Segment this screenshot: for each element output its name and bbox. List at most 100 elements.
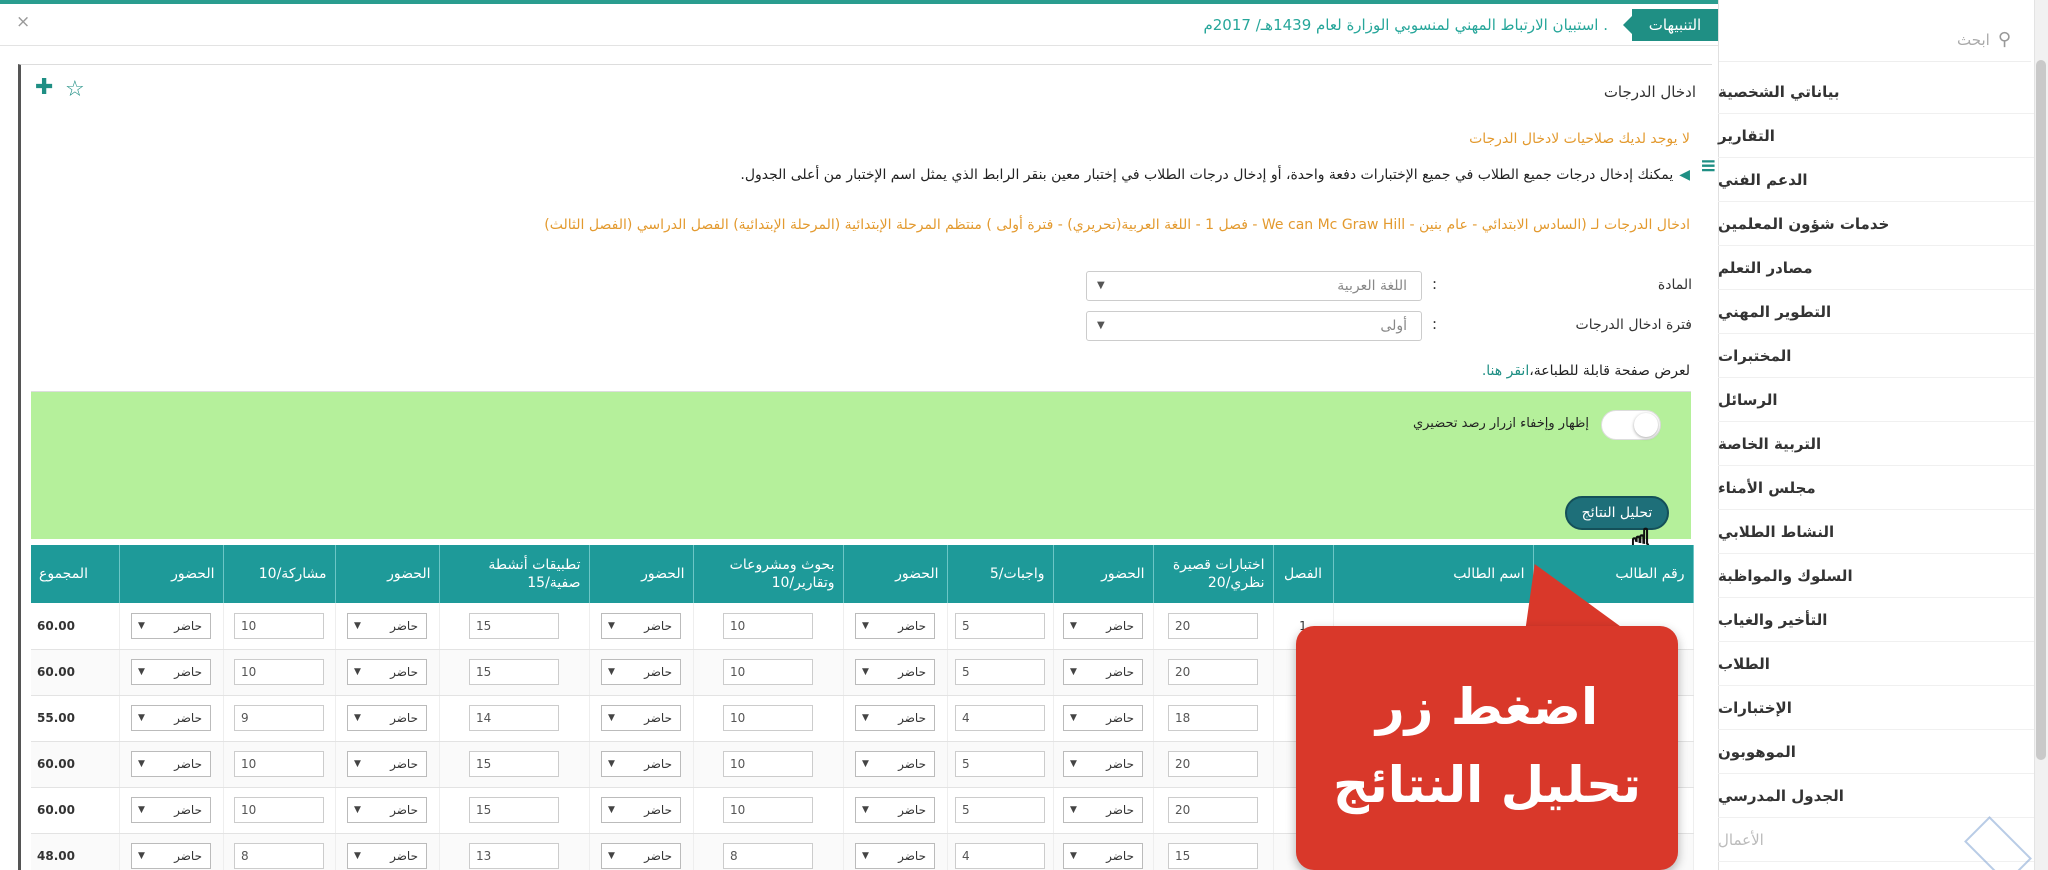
- grade-input[interactable]: 15: [469, 659, 559, 685]
- sidebar-item[interactable]: الرسائل: [1718, 378, 2034, 422]
- column-header[interactable]: اختبارات قصيرة نظري/20: [1153, 545, 1274, 603]
- period-select[interactable]: أولى ▼: [1086, 311, 1422, 341]
- grade-input[interactable]: 5: [955, 612, 1045, 639]
- subject-select[interactable]: اللغة العربية ▼: [1086, 271, 1422, 301]
- grade-input[interactable]: 20: [1168, 797, 1258, 823]
- grade-input[interactable]: 10: [723, 612, 813, 639]
- grade-input[interactable]: 15: [1168, 843, 1258, 869]
- sidebar-item[interactable]: الجدول المدرسي: [1718, 774, 2034, 818]
- column-header[interactable]: الفصل: [1273, 545, 1334, 603]
- attendance-select[interactable]: حاضر: [601, 843, 681, 869]
- grade-input[interactable]: 10: [723, 705, 813, 731]
- analyze-results-button[interactable]: تحليل النتائج: [1565, 496, 1669, 530]
- attendance-select[interactable]: حاضر: [601, 751, 681, 777]
- sidebar-item[interactable]: النشاط الطلابي: [1718, 510, 2034, 554]
- attendance-select[interactable]: حاضر: [131, 843, 211, 869]
- star-icon[interactable]: ☆: [65, 77, 85, 102]
- attendance-select[interactable]: حاضر: [601, 659, 681, 685]
- sidebar-item[interactable]: الإختبارات: [1718, 686, 2034, 730]
- sidebar-item[interactable]: المختبرات: [1718, 334, 2034, 378]
- attendance-select[interactable]: حاضر: [131, 705, 211, 731]
- attendance-select[interactable]: حاضر: [347, 659, 427, 685]
- grade-input[interactable]: 10: [234, 659, 324, 685]
- grade-input[interactable]: 4: [955, 705, 1045, 731]
- alerts-badge[interactable]: التنبيهات: [1623, 9, 1718, 41]
- print-line: لعرض صفحة قابلة للطباعة،انقر هنا.: [1482, 363, 1690, 379]
- grade-input[interactable]: 10: [234, 751, 324, 777]
- sidebar-item[interactable]: الطلاب: [1718, 642, 2034, 686]
- add-bookmark-icon[interactable]: ✚: [35, 75, 53, 100]
- attendance-select[interactable]: حاضر: [131, 659, 211, 685]
- sidebar-item[interactable]: بياناتي الشخصية: [1718, 70, 2034, 114]
- grade-input[interactable]: 5: [955, 659, 1045, 685]
- grade-input[interactable]: 20: [1168, 612, 1258, 639]
- attendance-select[interactable]: حاضر: [855, 612, 935, 639]
- grade-input[interactable]: 15: [469, 797, 559, 823]
- grade-input[interactable]: 5: [955, 797, 1045, 823]
- attendance-select[interactable]: حاضر: [855, 705, 935, 731]
- attendance-select[interactable]: حاضر: [855, 797, 935, 823]
- attendance-select[interactable]: حاضر: [601, 612, 681, 639]
- grade-input[interactable]: 9: [234, 705, 324, 731]
- print-link[interactable]: انقر هنا.: [1482, 363, 1529, 379]
- grade-input[interactable]: 20: [1168, 659, 1258, 685]
- attendance-select[interactable]: حاضر: [1063, 659, 1143, 685]
- grade-input[interactable]: 10: [234, 612, 324, 639]
- grade-input[interactable]: 14: [469, 705, 559, 731]
- attendance-select[interactable]: حاضر: [347, 797, 427, 823]
- close-icon[interactable]: ×: [16, 12, 30, 32]
- grade-input[interactable]: 4: [955, 843, 1045, 869]
- column-header[interactable]: مشاركة/10: [223, 545, 336, 603]
- sidebar-item[interactable]: التربية الخاصة: [1718, 422, 2034, 466]
- grade-input[interactable]: 18: [1168, 705, 1258, 731]
- attendance-select[interactable]: حاضر: [855, 843, 935, 869]
- grade-input[interactable]: 10: [723, 659, 813, 685]
- sidebar-scrollbar[interactable]: [2034, 0, 2048, 870]
- sidebar-item[interactable]: التطوير المهني: [1718, 290, 2034, 334]
- attendance-select[interactable]: حاضر: [131, 612, 211, 639]
- attendance-select[interactable]: حاضر: [1063, 705, 1143, 731]
- sidebar-item[interactable]: مصادر التعلم: [1718, 246, 2034, 290]
- attendance-select[interactable]: حاضر: [855, 751, 935, 777]
- attendance-select[interactable]: حاضر: [855, 659, 935, 685]
- attendance-select[interactable]: حاضر: [601, 797, 681, 823]
- attendance-select[interactable]: حاضر: [347, 612, 427, 639]
- attendance-select[interactable]: حاضر: [347, 843, 427, 869]
- menu-toggle-icon[interactable]: ≡: [1700, 153, 1718, 179]
- search-input[interactable]: ابحث ⚲: [1719, 18, 2031, 62]
- grade-input[interactable]: 13: [469, 843, 559, 869]
- grade-input[interactable]: 5: [955, 751, 1045, 777]
- grade-input[interactable]: 15: [469, 751, 559, 777]
- grade-input[interactable]: 8: [723, 843, 813, 869]
- sidebar-item[interactable]: الدعم الفني: [1718, 158, 2034, 202]
- attendance-select[interactable]: حاضر: [131, 797, 211, 823]
- sidebar-item[interactable]: التقارير: [1718, 114, 2034, 158]
- grade-input[interactable]: 10: [723, 751, 813, 777]
- attendance-select[interactable]: حاضر: [1063, 751, 1143, 777]
- column-header[interactable]: بحوث ومشروعات وتقارير/10: [693, 545, 844, 603]
- attendance-select[interactable]: حاضر: [601, 705, 681, 731]
- attendance-select[interactable]: حاضر: [347, 705, 427, 731]
- attendance-select[interactable]: حاضر: [131, 751, 211, 777]
- toggle-knob[interactable]: [1634, 413, 1658, 437]
- grade-input[interactable]: 15: [469, 612, 559, 639]
- grade-input[interactable]: 10: [723, 797, 813, 823]
- alert-message[interactable]: . استبيان الارتباط المهني لمنسوبي الوزار…: [1203, 16, 1608, 34]
- sidebar-item[interactable]: مجلس الأمناء: [1718, 466, 2034, 510]
- column-header[interactable]: واجبات/5: [947, 545, 1054, 603]
- sidebar-item[interactable]: الموهوبون: [1718, 730, 2034, 774]
- toggle-switch[interactable]: [1601, 410, 1661, 440]
- attendance-select[interactable]: حاضر: [347, 751, 427, 777]
- sidebar-item[interactable]: السلوك والمواظبة: [1718, 554, 2034, 598]
- attendance-select[interactable]: حاضر: [1063, 612, 1143, 639]
- grade-cell: 20: [1153, 649, 1274, 696]
- attendance-select[interactable]: حاضر: [1063, 843, 1143, 869]
- grade-input[interactable]: 8: [234, 843, 324, 869]
- scrollbar-thumb[interactable]: [2036, 60, 2046, 760]
- grade-input[interactable]: 20: [1168, 751, 1258, 777]
- sidebar-item[interactable]: التأخير والغياب: [1718, 598, 2034, 642]
- sidebar-item[interactable]: خدمات شؤون المعلمين: [1718, 202, 2034, 246]
- column-header[interactable]: تطبيقات أنشطة صفية/15: [439, 545, 590, 603]
- grade-input[interactable]: 10: [234, 797, 324, 823]
- attendance-select[interactable]: حاضر: [1063, 797, 1143, 823]
